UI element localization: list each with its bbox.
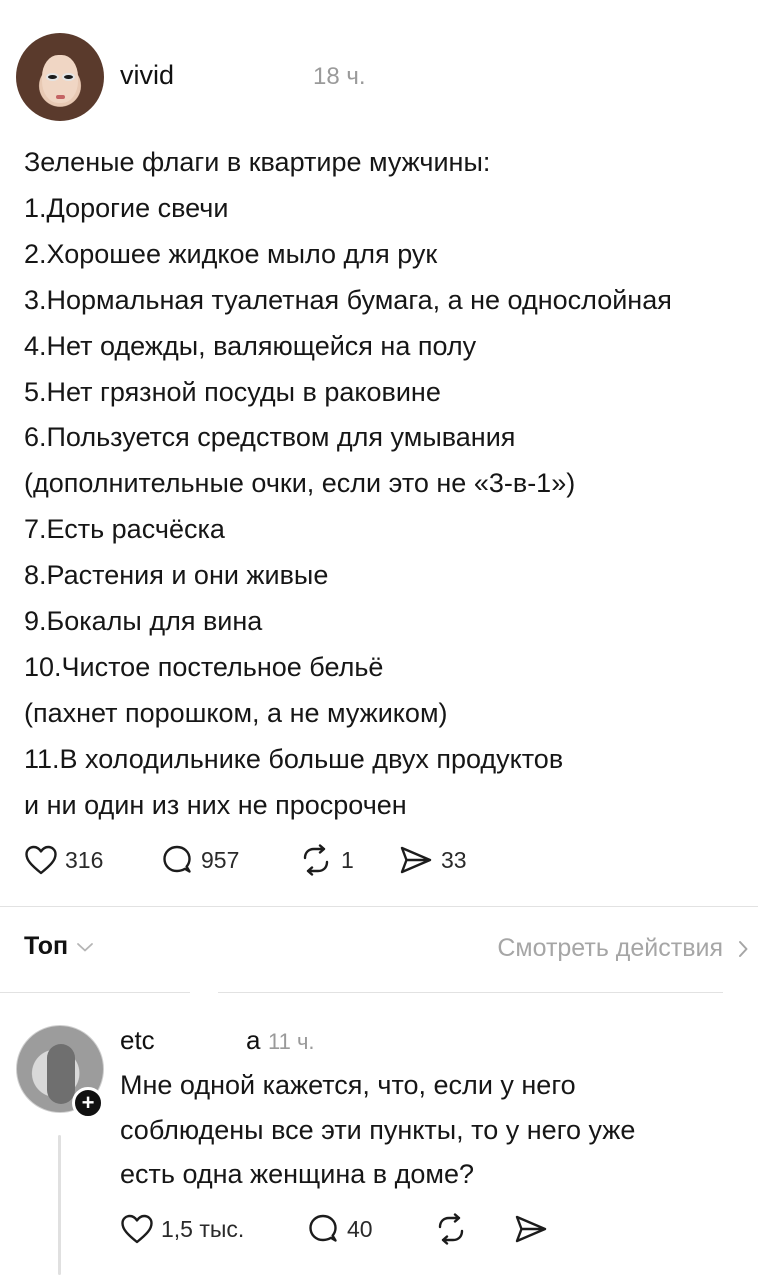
reply-username-tail[interactable]: a <box>246 1025 260 1056</box>
post-text-line: 5.Нет грязной посуды в раковине <box>24 376 441 407</box>
sort-dropdown-label: Топ <box>24 932 69 960</box>
heart-icon <box>121 1214 153 1244</box>
avatar-eye <box>62 73 75 81</box>
reply-text-line: Мне одной кажется, что, если у него <box>120 1070 576 1100</box>
post-text-line: 11.В холодильнике больше двух продуктов <box>24 743 564 774</box>
share-count: 33 <box>441 846 467 873</box>
view-activity-link[interactable]: Смотреть действия <box>497 934 749 963</box>
speech-bubble-icon <box>163 845 191 873</box>
post-text-line: 8.Растения и они живые <box>24 560 329 591</box>
post-text-line: 3.Нормальная туалетная бумага, а не одно… <box>24 284 672 315</box>
post-body: Зеленые флаги в квартире мужчины: 1.Доро… <box>24 140 764 829</box>
follow-button[interactable]: + <box>72 1087 104 1119</box>
reply-comment-button[interactable]: 40 <box>306 1213 373 1245</box>
post-text-line: 6.Пользуется средством для умывания <box>24 422 516 453</box>
divider <box>0 906 758 907</box>
post-text-line: 10.Чистое постельное бельё <box>24 651 384 682</box>
repost-icon <box>303 844 329 876</box>
avatar-eye <box>46 73 59 81</box>
reply-body: Мне одной кажется, что, если у него собл… <box>120 1063 760 1197</box>
post-text-line: и ни один из них не просрочен <box>24 789 407 820</box>
reply-comment-count: 40 <box>347 1215 373 1242</box>
post-text-line: 4.Нет одежды, валяющейся на полу <box>24 330 477 361</box>
chevron-down-icon <box>77 942 93 951</box>
author-avatar[interactable] <box>16 33 104 121</box>
sort-dropdown[interactable]: Топ <box>24 932 94 961</box>
share-button[interactable]: 33 <box>398 844 467 876</box>
reply-share-button[interactable] <box>513 1213 549 1245</box>
comment-count: 957 <box>201 846 240 873</box>
reply-text-line: соблюдены все эти пункты, то у него уже <box>120 1114 636 1145</box>
divider <box>0 992 190 993</box>
repost-button[interactable]: 1 <box>298 844 354 876</box>
heart-icon <box>25 845 57 875</box>
post-text-line: 2.Хорошее жидкое мыло для рук <box>24 238 438 269</box>
reply-like-button[interactable]: 1,5 тыс. <box>120 1213 244 1245</box>
post-text-line: 1.Дорогие свечи <box>24 192 229 223</box>
post-text-line: 7.Есть расчёска <box>24 514 225 545</box>
divider <box>218 992 723 993</box>
avatar-lips <box>56 95 65 99</box>
reply-repost-button[interactable] <box>433 1213 469 1245</box>
repost-count: 1 <box>341 846 354 873</box>
reply-username[interactable]: etc <box>120 1025 155 1056</box>
post-text-line: 9.Бокалы для вина <box>24 606 263 637</box>
comment-button[interactable]: 957 <box>160 844 239 876</box>
reply-text-line: есть одна женщина в доме? <box>120 1159 474 1189</box>
speech-bubble-icon <box>309 1214 337 1242</box>
repost-icon <box>438 1213 464 1245</box>
post-text-line: (дополнительные очки, если это не «3-в-1… <box>24 468 576 499</box>
post-text-line: Зеленые флаги в квартире мужчины: <box>24 147 491 177</box>
send-icon <box>400 846 432 874</box>
thread-line <box>58 1135 61 1275</box>
view-activity-label: Смотреть действия <box>497 934 723 962</box>
reply-timestamp: 11 ч. <box>268 1029 315 1054</box>
post-text-line: (пахнет порошком, а не мужиком) <box>24 697 448 728</box>
send-icon <box>515 1215 547 1243</box>
avatar-figure <box>47 1044 75 1104</box>
author-username[interactable]: vivid <box>120 60 174 91</box>
post-timestamp: 18 ч. <box>313 63 366 90</box>
like-button[interactable]: 316 <box>24 844 103 876</box>
chevron-right-icon <box>739 940 748 957</box>
reply-like-count: 1,5 тыс. <box>161 1215 245 1242</box>
like-count: 316 <box>65 846 104 873</box>
